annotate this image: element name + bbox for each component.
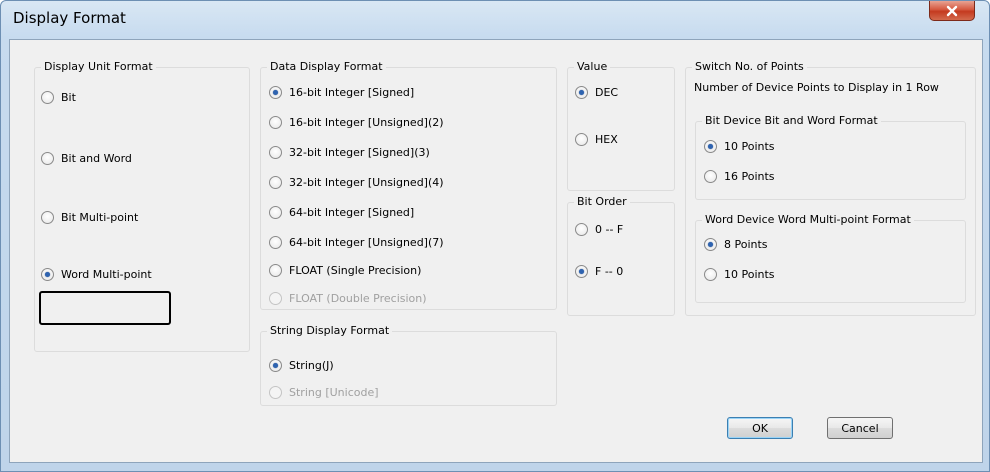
- ok-button[interactable]: OK: [727, 417, 793, 439]
- radio-button[interactable]: [41, 152, 54, 165]
- radio-label: 64-bit Integer [Unsigned](7): [289, 236, 444, 249]
- radio-32bit-unsigned[interactable]: 32-bit Integer [Unsigned](4): [269, 176, 444, 189]
- radio-32bit-signed[interactable]: 32-bit Integer [Signed](3): [269, 146, 430, 159]
- radio-bit-10-points[interactable]: 10 Points: [704, 140, 775, 153]
- radio-label: HEX: [595, 133, 618, 146]
- radio-button: [269, 292, 282, 305]
- radio-button[interactable]: [269, 359, 282, 372]
- radio-button[interactable]: [269, 264, 282, 277]
- switch-points-title: Switch No. of Points: [692, 60, 807, 73]
- radio-label: FLOAT (Single Precision): [289, 264, 422, 277]
- radio-button[interactable]: [269, 86, 282, 99]
- radio-button[interactable]: [575, 265, 588, 278]
- radio-bit-16-points[interactable]: 16 Points: [704, 170, 775, 183]
- radio-label: 64-bit Integer [Signed]: [289, 206, 415, 219]
- radio-label: 0 -- F: [595, 223, 624, 236]
- radio-label: 16-bit Integer [Signed]: [289, 86, 415, 99]
- radio-button[interactable]: [41, 268, 54, 281]
- radio-button[interactable]: [41, 211, 54, 224]
- radio-label: Bit Multi-point: [61, 211, 139, 224]
- radio-label: 10 Points: [724, 268, 775, 281]
- radio-label: Bit and Word: [61, 152, 132, 165]
- radio-bit-multi-point[interactable]: Bit Multi-point: [41, 211, 138, 224]
- bit-device-format-group: Bit Device Bit and Word Format: [695, 114, 966, 200]
- radio-label: 10 Points: [724, 140, 775, 153]
- radio-label: 32-bit Integer [Signed](3): [289, 146, 430, 159]
- radio-string-j[interactable]: String(J): [269, 359, 334, 372]
- radio-button[interactable]: [269, 116, 282, 129]
- radio-float-double: FLOAT (Double Precision): [269, 292, 427, 305]
- radio-label: 16 Points: [724, 170, 775, 183]
- radio-button[interactable]: [269, 206, 282, 219]
- radio-64bit-signed[interactable]: 64-bit Integer [Signed]: [269, 206, 414, 219]
- close-button[interactable]: [929, 1, 975, 21]
- radio-label: FLOAT (Double Precision): [289, 292, 427, 305]
- bit-device-format-title: Bit Device Bit and Word Format: [702, 114, 881, 127]
- radio-word-10-points[interactable]: 10 Points: [704, 268, 775, 281]
- display-format-dialog: Display Format Display Unit Format Bit B…: [0, 0, 990, 472]
- radio-0-to-f[interactable]: 0 -- F: [575, 223, 623, 236]
- radio-bit[interactable]: Bit: [41, 91, 76, 104]
- radio-label: 16-bit Integer [Unsigned](2): [289, 116, 444, 129]
- radio-label: F -- 0: [595, 265, 624, 278]
- radio-16bit-signed[interactable]: 16-bit Integer [Signed]: [269, 86, 414, 99]
- word-device-format-group: Word Device Word Multi-point Format: [695, 213, 966, 303]
- radio-button[interactable]: [704, 140, 717, 153]
- radio-dec[interactable]: DEC: [575, 86, 618, 99]
- bit-order-title: Bit Order: [574, 195, 630, 208]
- word-device-format-title: Word Device Word Multi-point Format: [702, 213, 914, 226]
- radio-label: Word Multi-point: [61, 268, 152, 281]
- radio-64bit-unsigned[interactable]: 64-bit Integer [Unsigned](7): [269, 236, 444, 249]
- radio-bit-and-word[interactable]: Bit and Word: [41, 152, 132, 165]
- display-unit-format-title: Display Unit Format: [41, 60, 156, 73]
- radio-button[interactable]: [704, 238, 717, 251]
- radio-label: DEC: [595, 86, 619, 99]
- cancel-button[interactable]: Cancel: [827, 417, 893, 439]
- selection-highlight-box: [39, 291, 171, 325]
- switch-points-description: Number of Device Points to Display in 1 …: [694, 81, 939, 94]
- radio-label: String [Unicode]: [289, 386, 379, 399]
- radio-button[interactable]: [575, 86, 588, 99]
- data-display-format-title: Data Display Format: [267, 60, 386, 73]
- radio-button[interactable]: [269, 146, 282, 159]
- radio-float-single[interactable]: FLOAT (Single Precision): [269, 264, 421, 277]
- dialog-client-area: Display Unit Format Bit Bit and Word Bit…: [9, 39, 983, 463]
- close-icon: [946, 5, 958, 16]
- radio-label: Bit: [61, 91, 76, 104]
- radio-word-8-points[interactable]: 8 Points: [704, 238, 768, 251]
- radio-button[interactable]: [575, 223, 588, 236]
- value-title: Value: [574, 60, 611, 73]
- radio-label: 32-bit Integer [Unsigned](4): [289, 176, 444, 189]
- radio-button[interactable]: [704, 268, 717, 281]
- radio-button: [269, 386, 282, 399]
- radio-button[interactable]: [41, 91, 54, 104]
- radio-label: String(J): [289, 359, 334, 372]
- radio-label: 8 Points: [724, 238, 768, 251]
- radio-button[interactable]: [269, 176, 282, 189]
- radio-16bit-unsigned[interactable]: 16-bit Integer [Unsigned](2): [269, 116, 444, 129]
- radio-button[interactable]: [269, 236, 282, 249]
- radio-button[interactable]: [575, 133, 588, 146]
- radio-word-multi-point[interactable]: Word Multi-point: [41, 268, 152, 281]
- radio-hex[interactable]: HEX: [575, 133, 618, 146]
- radio-string-unicode: String [Unicode]: [269, 386, 379, 399]
- bit-order-group: Bit Order: [567, 195, 675, 316]
- radio-button[interactable]: [704, 170, 717, 183]
- radio-f-to-0[interactable]: F -- 0: [575, 265, 623, 278]
- string-display-format-title: String Display Format: [267, 324, 393, 337]
- dialog-title: Display Format: [13, 9, 126, 27]
